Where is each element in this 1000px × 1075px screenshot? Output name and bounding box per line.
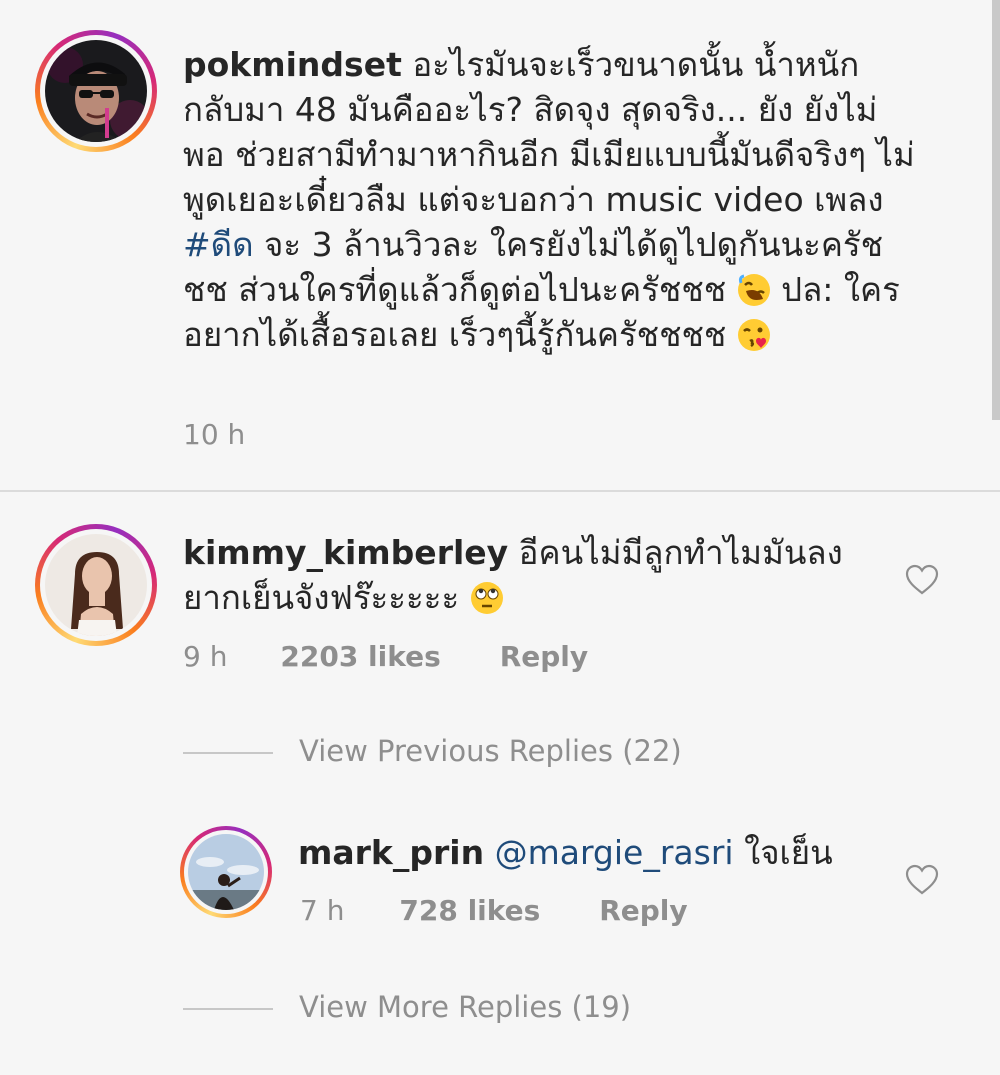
username[interactable]: mark_prin (298, 833, 484, 872)
avatar-image (188, 834, 264, 910)
comments-screen: pokmindset อะไรมันจะเร็วขนาดนั้น น้ำหนัก… (0, 0, 1000, 1075)
comment-text: ใจเย็น (744, 833, 833, 872)
hashtag-link[interactable]: #ดีด (183, 225, 254, 264)
scrollbar[interactable] (992, 0, 1000, 420)
avatar-mark-prin[interactable] (180, 826, 272, 918)
mention-link[interactable]: @margie_rasri (495, 833, 734, 872)
replies-line-divider (183, 1008, 273, 1010)
comment-body: pokmindset อะไรมันจะเร็วขนาดนั้น น้ำหนัก… (183, 42, 918, 357)
comment-meta: 10 h (183, 418, 245, 451)
avatar-image (45, 40, 147, 142)
face-with-rolling-eyes-emoji (470, 582, 503, 614)
username[interactable]: pokmindset (183, 45, 402, 84)
comment-meta: 9 h 2203 likes Reply (183, 640, 588, 673)
comment-time: 10 h (183, 418, 246, 451)
view-more-replies-button[interactable]: View More Replies (19) (183, 990, 631, 1024)
avatar-kimmy-kimberley[interactable] (35, 524, 157, 646)
like-heart-icon[interactable] (904, 864, 940, 896)
view-previous-replies-label: View Previous Replies (22) (299, 734, 682, 768)
comment-body: mark_prin @margie_rasri ใจเย็น (298, 830, 888, 875)
like-heart-icon[interactable] (904, 564, 940, 596)
avatar-pokmindset[interactable] (35, 30, 157, 152)
view-more-replies-label: View More Replies (19) (299, 990, 632, 1024)
comment-time: 9 h (183, 640, 228, 673)
rolling-on-floor-laughing-emoji (737, 274, 770, 306)
view-previous-replies-button[interactable]: View Previous Replies (22) (183, 734, 682, 768)
comment-time: 7 h (300, 894, 345, 927)
username[interactable]: kimmy_kimberley (183, 533, 508, 572)
divider (0, 490, 1000, 492)
comment-text: จะ 3 ล้านวิวละ ใครยังไม่ได้ดูไปดูกันนะคร… (183, 225, 884, 309)
likes-count[interactable]: 2203 likes (280, 640, 440, 673)
likes-count[interactable]: 728 likes (399, 894, 540, 927)
replies-line-divider (183, 752, 273, 754)
reply-button[interactable]: Reply (599, 894, 687, 927)
comment-meta: 7 h 728 likes Reply (300, 894, 688, 927)
avatar-image (45, 534, 147, 636)
reply-button[interactable]: Reply (500, 640, 588, 673)
face-blowing-kiss-emoji (737, 319, 770, 351)
comment-body: kimmy_kimberley อีคนไม่มีลูกทำไมมันลงยาก… (183, 530, 873, 620)
